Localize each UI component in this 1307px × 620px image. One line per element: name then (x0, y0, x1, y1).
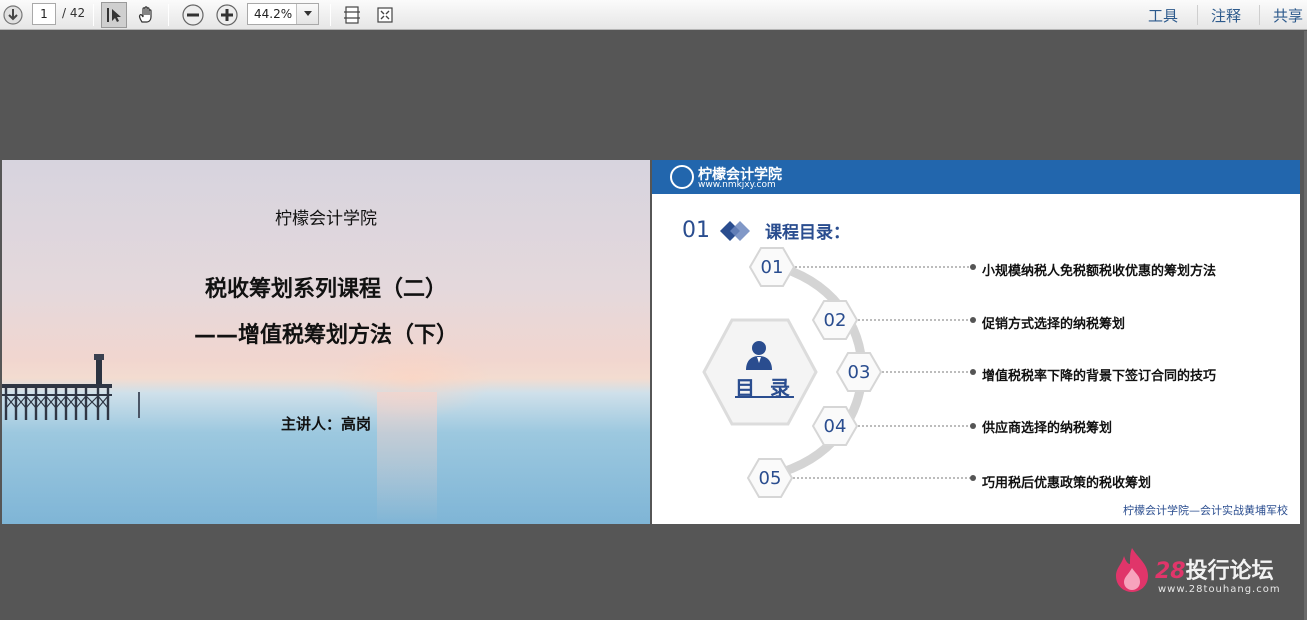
flame-logo-icon (1116, 548, 1148, 592)
arrow-down-circle-icon (3, 5, 23, 25)
toolbar-divider (330, 4, 331, 26)
fit-page-icon (344, 6, 360, 24)
text-cursor-icon (107, 8, 121, 22)
tools-link[interactable]: 工具 (1148, 5, 1178, 26)
watermark-num: 28 (1155, 559, 1186, 584)
watermark-title: 28投行论坛 (1155, 553, 1274, 585)
toc-item-label: 巧用税后优惠政策的税收筹划 (982, 476, 1152, 491)
toolbar-divider (93, 4, 94, 26)
share-link[interactable]: 共享 (1273, 5, 1303, 26)
hand-tool-button[interactable] (133, 2, 159, 28)
sun-reflection (377, 392, 437, 524)
minus-circle-icon (182, 4, 204, 26)
plus-circle-icon (216, 4, 238, 26)
chevron-down-icon (303, 11, 312, 16)
zoom-out-button[interactable] (180, 2, 206, 28)
watermark-url: www.28touhang.com (1158, 584, 1281, 595)
slide-footer: 柠檬会计学院—会计实战黄埔军校 (1123, 504, 1288, 517)
expand-icon (377, 7, 393, 23)
hand-icon (139, 6, 152, 23)
zoom-select[interactable]: 44.2% (247, 3, 319, 25)
slide-page-2: 柠檬会计学院 www.nmkjxy.com 01 课程目录： 目 录 01 02… (652, 160, 1300, 524)
fit-page-button[interactable] (339, 2, 365, 28)
next-page-button[interactable] (0, 2, 26, 28)
connector-lines (793, 264, 976, 481)
toc-item-label: 促销方式选择的纳税筹划 (982, 317, 1126, 332)
full-screen-button[interactable] (372, 2, 398, 28)
comment-link[interactable]: 注释 (1211, 5, 1241, 26)
toc-item-label: 增值税税率下降的背景下签订合同的技巧 (982, 369, 1217, 384)
slide-page-1: 柠檬会计学院 税收筹划系列课程（二） ——增值税筹划方法（下） 主讲人：高岗 (2, 160, 650, 524)
zoom-dropdown-button[interactable] (296, 4, 318, 24)
toc-item-label: 小规模纳税人免税额税收优惠的筹划方法 (982, 264, 1217, 279)
slide-org-name: 柠檬会计学院 (275, 209, 377, 229)
page-total: / 42 (62, 6, 86, 20)
zoom-in-button[interactable] (214, 2, 240, 28)
watermark-name: 投行论坛 (1185, 559, 1274, 584)
toolbar-divider (168, 4, 169, 26)
page-number-input[interactable]: 1 (32, 3, 56, 25)
slide-presenter: 主讲人：高岗 (280, 415, 371, 433)
toolbar-divider (1259, 5, 1260, 25)
slide-title-line1: 税收筹划系列课程（二） (204, 277, 447, 302)
zoom-value: 44.2% (254, 7, 293, 21)
toc-item-label: 供应商选择的纳税筹划 (982, 421, 1113, 436)
slide-title-line2: ——增值税筹划方法（下） (193, 323, 458, 348)
toolbar-divider (1197, 5, 1198, 25)
select-tool-button[interactable] (101, 2, 127, 28)
toolbar: 1 / 42 44.2% 工具 注释 共享 (0, 0, 1307, 30)
